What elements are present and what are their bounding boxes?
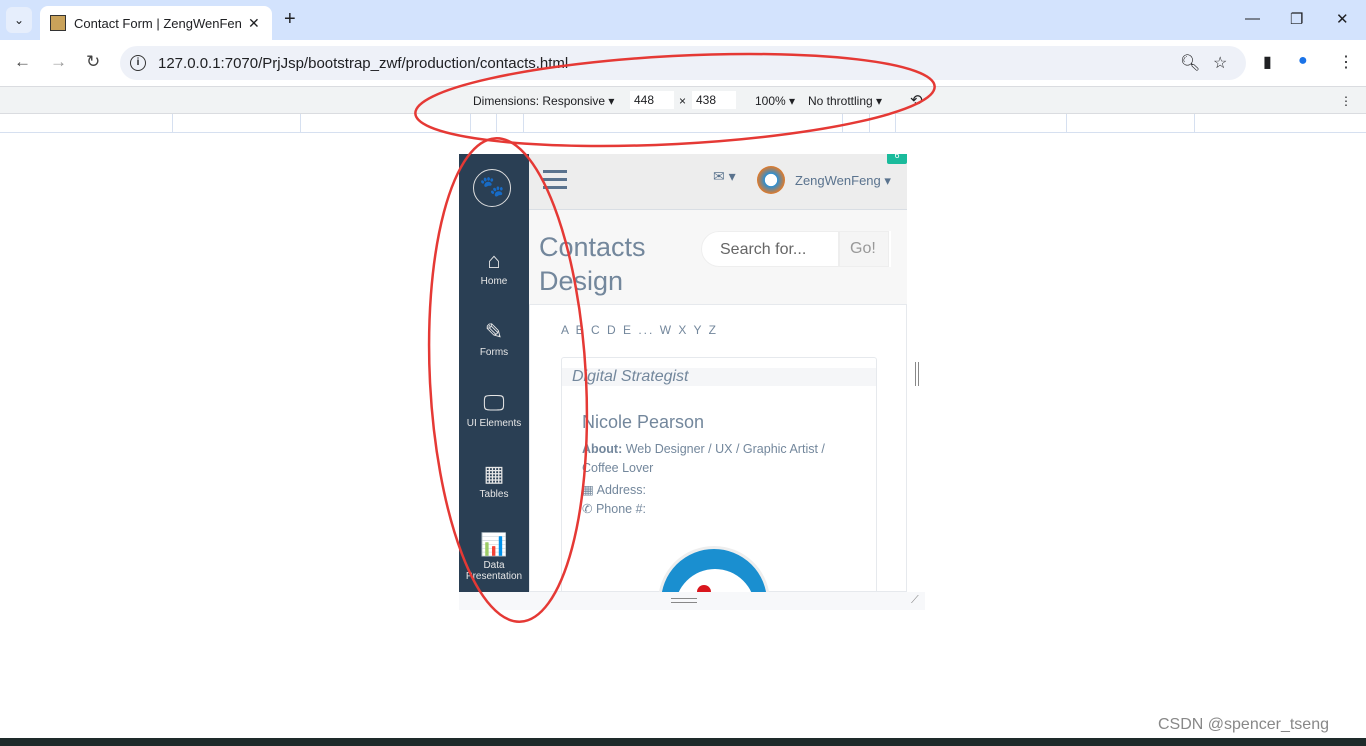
page-title: Contacts Design <box>539 232 646 296</box>
back-button[interactable]: ← <box>14 52 31 72</box>
sidebar-item-label: Tables <box>479 489 509 500</box>
side-panel-icon[interactable]: ▮ <box>1263 52 1272 72</box>
tab-search-button[interactable]: ⌄ <box>6 7 32 33</box>
sidebar-item-label: UI Elements <box>466 418 522 429</box>
more-options-icon[interactable]: ⋮ <box>1340 94 1352 108</box>
search-group: Search for... Go! <box>701 231 891 267</box>
profile-icon[interactable]: ● <box>1298 52 1308 70</box>
go-button[interactable]: Go! <box>839 231 889 267</box>
avatar[interactable] <box>757 166 785 194</box>
zoom-select[interactable]: 100% ▾ <box>755 94 795 108</box>
watermark: CSDN @spencer_tseng <box>1158 716 1329 733</box>
content-panel: A B C D E ... W X Y Z Digital Strategist… <box>529 304 907 592</box>
forward-button[interactable]: → <box>50 52 67 72</box>
tab-title: Contact Form | ZengWenFeng <box>74 15 242 31</box>
device-toolbar: Dimensions: Responsive ▾ 448 × 438 100% … <box>0 86 1366 114</box>
contact-photo <box>658 546 770 592</box>
right-resize-handle[interactable] <box>915 362 919 386</box>
sidebar-item-label: Data Presentation <box>465 560 523 582</box>
sidebar-item-forms[interactable]: ✎ Forms <box>459 319 529 358</box>
alphabet-filter[interactable]: A B C D E ... W X Y Z <box>561 323 718 337</box>
desktop-icon: 🖵 <box>483 390 505 415</box>
responsive-viewport: 🐾 ⌂ Home ✎ Forms 🖵 UI Elements ▦ Tables 📊 Data Pr… <box>459 154 907 592</box>
reload-button[interactable]: ↻ <box>86 52 100 72</box>
home-icon: ⌂ <box>487 248 501 273</box>
menu-toggle-icon[interactable] <box>543 170 567 194</box>
restore-button[interactable]: ❐ <box>1290 10 1303 28</box>
height-input[interactable]: 438 <box>692 91 736 109</box>
sidebar-item-home[interactable]: ⌂ Home <box>459 248 529 287</box>
rotate-icon[interactable]: ⟲ <box>910 91 923 109</box>
width-input[interactable]: 448 <box>630 91 674 109</box>
contact-role: Digital Strategist <box>562 368 876 386</box>
tab-bar: ⌄ Contact Form | ZengWenFeng ✕ + — ❐ ✕ <box>0 0 1366 40</box>
notification-badge: 6 <box>887 154 907 164</box>
user-dropdown[interactable]: ZengWenFeng ▾ <box>795 173 891 189</box>
search-input[interactable]: Search for... <box>701 231 839 267</box>
sidebar-item-data-presentation[interactable]: 📊 Data Presentation <box>459 532 529 582</box>
address-bar[interactable]: i 127.0.0.1:7070/PrjJsp/bootstrap_zwf/pr… <box>120 46 1246 80</box>
bookmark-star-icon[interactable]: ☆ <box>1213 53 1227 73</box>
taskbar <box>0 738 1366 746</box>
building-icon: ▦ <box>582 483 594 497</box>
sidebar: 🐾 ⌂ Home ✎ Forms 🖵 UI Elements ▦ Tables 📊 Data Pr… <box>459 154 529 592</box>
info-icon[interactable]: i <box>130 55 146 71</box>
phone-icon: ✆ <box>582 502 593 516</box>
bottom-resize-handle[interactable]: ⟋ <box>459 592 925 610</box>
bar-chart-icon: 📊 <box>480 532 508 557</box>
dimensions-select[interactable]: Dimensions: Responsive ▾ <box>473 94 614 108</box>
browser-tab[interactable]: Contact Form | ZengWenFeng ✕ <box>40 6 272 40</box>
browser-toolbar: ← → ↻ i 127.0.0.1:7070/PrjJsp/bootstrap_… <box>0 40 1366 86</box>
edit-icon: ✎ <box>484 319 504 344</box>
sidebar-item-tables[interactable]: ▦ Tables <box>459 461 529 500</box>
contact-about: About: Web Designer / UX / Graphic Artis… <box>582 442 825 475</box>
menu-icon[interactable]: ⋮ <box>1338 52 1354 72</box>
times-sign: × <box>679 94 687 108</box>
url-text[interactable]: 127.0.0.1:7070/PrjJsp/bootstrap_zwf/prod… <box>158 55 568 72</box>
mail-dropdown-icon[interactable]: ✉ ▾ <box>713 168 736 185</box>
close-window-button[interactable]: ✕ <box>1336 10 1349 28</box>
contact-phone: ✆ Phone #: <box>582 502 647 516</box>
close-tab-icon[interactable]: ✕ <box>248 15 260 32</box>
sidebar-item-ui-elements[interactable]: 🖵 UI Elements <box>459 390 529 429</box>
contact-address: ▦ Address: <box>582 483 646 497</box>
sidebar-item-label: Forms <box>479 347 509 358</box>
new-tab-button[interactable]: + <box>284 8 296 31</box>
zoom-icon[interactable]: 🔍︎ <box>1180 53 1200 73</box>
sidebar-item-label: Home <box>480 276 508 287</box>
table-icon: ▦ <box>483 461 505 486</box>
contact-card: Digital Strategist Nicole Pearson About:… <box>561 357 877 592</box>
minimize-button[interactable]: — <box>1245 10 1260 27</box>
throttling-select[interactable]: No throttling ▾ <box>808 94 882 108</box>
contact-name: Nicole Pearson <box>582 412 705 432</box>
media-query-ruler[interactable] <box>0 114 1366 133</box>
paw-logo-icon[interactable]: 🐾 <box>473 169 511 207</box>
favicon-icon <box>50 15 66 31</box>
top-navbar: ✉ ▾ ZengWenFeng ▾ 6 <box>529 154 907 210</box>
